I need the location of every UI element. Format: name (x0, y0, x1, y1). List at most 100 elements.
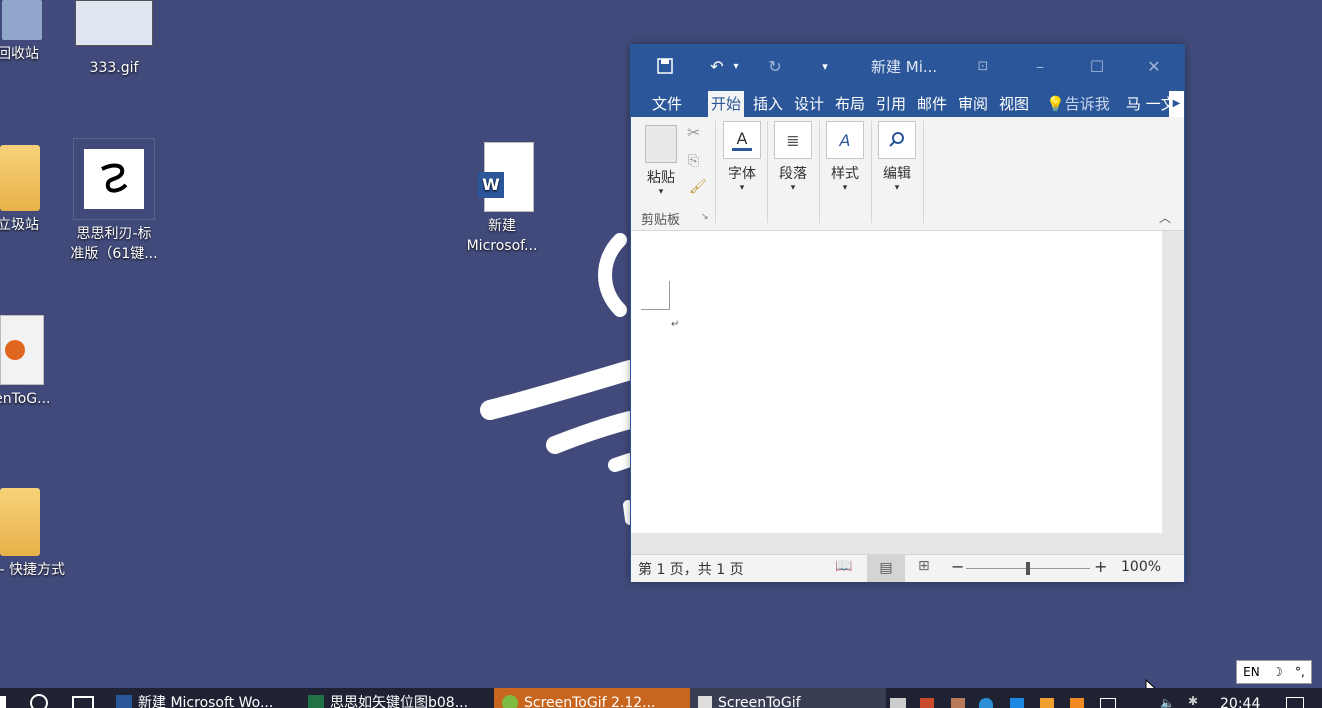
tray-app-icon[interactable] (1040, 698, 1054, 708)
desktop-icon-word-doc[interactable]: W 新建 Microsof... (454, 142, 550, 256)
chevron-down-icon: ▾ (739, 183, 745, 193)
tray-network-icon[interactable] (1100, 698, 1116, 708)
search-icon (878, 121, 916, 159)
paste-button[interactable]: 粘贴 ▾ (641, 121, 681, 197)
desktop-icon-label: 立圾站 (0, 217, 39, 233)
minimize-icon[interactable]: – (1026, 53, 1054, 79)
desktop-icon-333-gif[interactable]: 333.gif (66, 0, 162, 78)
user-name[interactable]: 马 一文 (1123, 91, 1171, 117)
app-logo-icon (73, 138, 155, 220)
desktop-icon-label: 新建 Microsof... (466, 218, 538, 254)
tell-me-box[interactable]: 💡告诉我 (1043, 91, 1113, 117)
document-page[interactable]: ↵ (631, 231, 1162, 533)
start-button[interactable] (0, 696, 6, 708)
desktop-icon-recycle-bin[interactable]: 回收站 (0, 0, 66, 64)
moon-icon[interactable]: ☽ (1272, 665, 1283, 679)
tray-app-icon[interactable] (951, 698, 965, 708)
window-app-icon (698, 696, 712, 708)
tray-app-icon[interactable] (1070, 698, 1084, 708)
tab-insert[interactable]: 插入 (750, 91, 786, 117)
divider (923, 121, 924, 223)
tab-layout[interactable]: 布局 (832, 91, 868, 117)
read-mode-icon[interactable]: 📖 (835, 558, 852, 574)
excel-app-icon (308, 695, 324, 708)
tab-references[interactable]: 引用 (873, 91, 909, 117)
zoom-slider-thumb[interactable] (1026, 562, 1030, 575)
window-title: 新建 Mi... (871, 58, 938, 76)
tray-mail-icon[interactable] (890, 698, 906, 708)
divider (871, 121, 872, 223)
tab-design[interactable]: 设计 (791, 91, 827, 117)
taskbar-item-excel[interactable]: 思思如矢键位图b08... (308, 688, 478, 708)
paragraph-button[interactable]: ≣ 段落 ▾ (774, 121, 812, 193)
editing-label: 编辑 (883, 166, 911, 182)
ribbon-display-options-icon[interactable]: ⊡ (969, 53, 997, 79)
tray-bluetooth-icon[interactable]: ✱ (1188, 694, 1198, 708)
vertical-scrollbar[interactable] (1162, 231, 1184, 533)
save-icon[interactable] (651, 53, 679, 79)
desktop-icon-keyboard-app[interactable]: 思思利刃-标准版（61键... (66, 138, 162, 264)
margin-corner-mark (641, 281, 670, 310)
desktop-icon-label: 思思利刃-标准版（61键... (70, 226, 158, 262)
tab-mailings[interactable]: 邮件 (914, 91, 950, 117)
taskbar-item-screentogif-active[interactable]: ScreenToGif 2.12... (494, 688, 694, 708)
clipboard-paste-icon (645, 125, 677, 163)
desktop-icon-screentogif[interactable]: eenToG... (0, 315, 66, 409)
language-bar[interactable]: EN ☽ °, (1236, 660, 1312, 684)
print-layout-icon[interactable]: ▤ (867, 555, 905, 582)
status-bar: 第 1 页，共 1 页 📖 ▤ ⊞ − + 100% (631, 554, 1184, 582)
tray-app-icon[interactable] (1010, 698, 1024, 708)
language-code[interactable]: EN (1243, 665, 1260, 679)
tab-home[interactable]: 开始 (708, 91, 745, 117)
folder-icon (0, 488, 40, 556)
desktop-icon-folder-1[interactable]: 立圾站 (0, 145, 66, 235)
task-view-icon[interactable] (72, 696, 94, 708)
customize-quick-access-icon[interactable]: ▾ (817, 53, 833, 79)
desktop-icon-folder-shortcut[interactable]: 三 - 快捷方式 (0, 488, 66, 580)
web-layout-icon[interactable]: ⊞ (918, 558, 930, 574)
divider (715, 121, 716, 223)
paste-label: 粘贴 (647, 170, 675, 186)
zoom-slider[interactable] (966, 562, 1090, 575)
clock[interactable]: 20:44 (1220, 696, 1260, 708)
clipboard-dialog-launcher-icon[interactable]: ↘ (701, 212, 709, 222)
tray-volume-icon[interactable]: 🔈 (1160, 696, 1175, 708)
punctuation-mode-icon[interactable]: °, (1295, 665, 1305, 679)
redo-icon[interactable]: ↻ (761, 53, 789, 79)
tab-scroll-right-icon[interactable]: ▶ (1169, 91, 1184, 117)
undo-icon[interactable]: ↶ (703, 53, 731, 79)
undo-dropdown-icon[interactable]: ▾ (729, 53, 743, 79)
zoom-percentage[interactable]: 100% (1121, 559, 1161, 575)
font-label: 字体 (728, 166, 756, 182)
page-count-status[interactable]: 第 1 页，共 1 页 (638, 559, 744, 579)
chevron-down-icon: ▾ (790, 183, 796, 193)
zoom-in-icon[interactable]: + (1094, 557, 1107, 576)
format-painter-icon[interactable]: 🖌 (689, 179, 707, 195)
folder-icon (0, 145, 40, 211)
close-icon[interactable]: ✕ (1140, 53, 1168, 79)
maximize-icon[interactable]: ☐ (1083, 53, 1111, 79)
cut-icon[interactable]: ✂ (687, 123, 700, 142)
tab-review[interactable]: 审阅 (955, 91, 991, 117)
font-button[interactable]: A 字体 ▾ (723, 121, 761, 193)
tab-view[interactable]: 视图 (996, 91, 1032, 117)
copy-icon[interactable]: ⎘ (688, 153, 699, 169)
font-color-icon: A (723, 121, 761, 159)
action-center-icon[interactable] (1286, 697, 1304, 708)
tray-app-icon[interactable] (920, 698, 934, 708)
recycle-bin-icon (2, 0, 42, 40)
chevron-down-icon: ▾ (894, 183, 900, 193)
search-icon[interactable] (30, 694, 48, 708)
desktop-icon-label: 三 - 快捷方式 (0, 562, 65, 578)
lightbulb-icon: 💡 (1046, 95, 1065, 113)
align-center-icon: ≣ (774, 121, 812, 159)
taskbar-item-screentogif[interactable]: ScreenToGif (690, 688, 886, 708)
screentogif-shortcut-icon (0, 315, 44, 385)
taskbar-item-word[interactable]: 新建 Microsoft Wo... (116, 688, 286, 708)
zoom-out-icon[interactable]: − (951, 557, 964, 576)
tab-file[interactable]: 文件 (649, 91, 685, 117)
tray-browser-icon[interactable] (979, 698, 993, 708)
editing-button[interactable]: 编辑 ▾ (878, 121, 916, 193)
collapse-ribbon-icon[interactable]: ︿ (1159, 209, 1171, 226)
styles-button[interactable]: A 样式 ▾ (826, 121, 864, 193)
